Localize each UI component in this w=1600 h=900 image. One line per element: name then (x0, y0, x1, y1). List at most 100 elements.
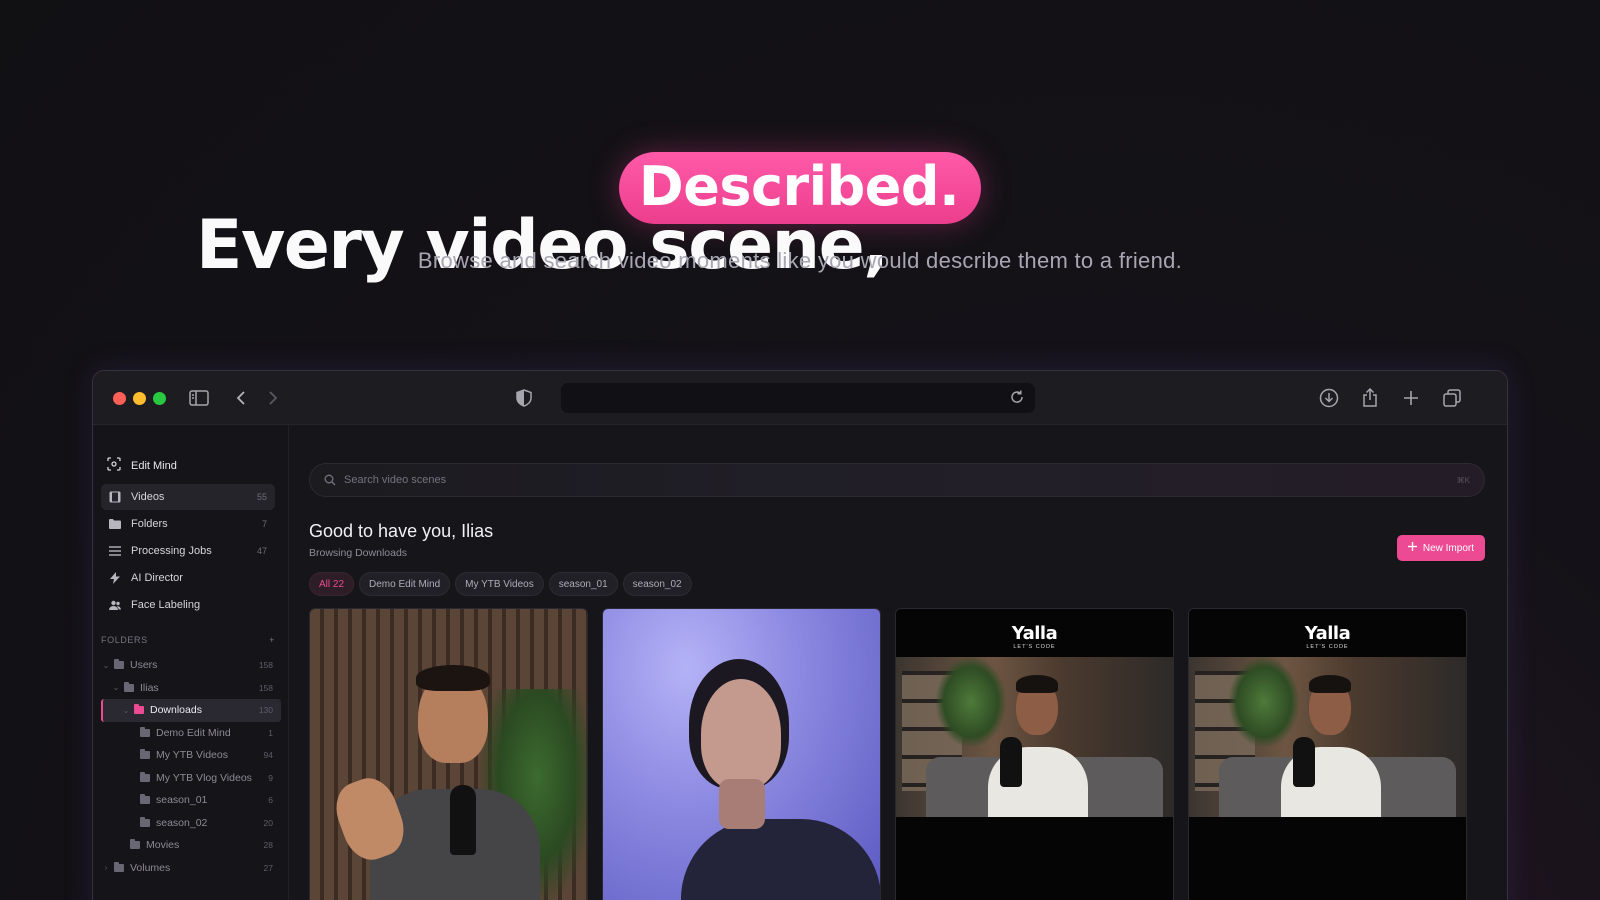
video-card[interactable]: Yalla LET'S CODE (895, 608, 1174, 900)
folder-icon (140, 816, 150, 827)
folder-tree: ⌄ Users 158 ⌄ Ilias 158 ⌄ Downloads 130 … (101, 654, 281, 879)
browsing-label: Browsing Downloads (309, 547, 408, 559)
folder-icon (140, 749, 150, 760)
filter-chip-my-ytb-videos[interactable]: My YTB Videos (455, 572, 544, 596)
download-icon[interactable] (1316, 385, 1342, 411)
video-frame (1189, 657, 1466, 817)
search-shortcut: ⌘K (1456, 475, 1470, 485)
film-icon (109, 491, 121, 503)
folder-icon (140, 771, 150, 782)
filter-chip-demo-edit-mind[interactable]: Demo Edit Mind (359, 572, 451, 596)
chevron-down-icon[interactable]: ⌄ (101, 661, 111, 670)
folder-icon (114, 861, 124, 872)
filter-chip-season-01[interactable]: season_01 (548, 572, 618, 596)
folder-count: 94 (263, 750, 273, 761)
folder-row-my-ytb-vlog-videos[interactable]: My YTB Vlog Videos 9 (101, 767, 281, 790)
folder-icon (114, 659, 124, 670)
folder-count: 28 (263, 840, 273, 851)
app-logo-icon (107, 457, 121, 474)
sidebar-item-ai-director[interactable]: AI Director (101, 565, 275, 591)
thumbnail-microphone (1000, 737, 1022, 787)
folder-row-season-02[interactable]: season_02 20 (101, 812, 281, 835)
folder-count: 158 (258, 682, 273, 693)
thumbnail-person-hair (416, 665, 490, 691)
folders-header: FOLDERS + (101, 635, 275, 645)
reload-icon[interactable] (1009, 389, 1027, 407)
new-import-button[interactable]: New Import (1396, 535, 1485, 561)
folder-count: 1 (268, 727, 273, 738)
new-tab-icon[interactable] (1398, 385, 1424, 411)
video-card[interactable] (309, 608, 588, 900)
thumbnail-person-hair (1309, 675, 1351, 693)
shield-icon[interactable] (511, 385, 537, 411)
greeting-heading: Good to have you, Ilias (309, 521, 494, 541)
address-bar[interactable] (561, 383, 1035, 413)
chevron-right-icon[interactable]: › (101, 863, 111, 872)
back-icon[interactable] (228, 385, 254, 411)
folder-row-volumes[interactable]: › Volumes 27 (101, 857, 281, 880)
folder-label: season_02 (156, 816, 208, 829)
chevron-down-icon[interactable]: ⌄ (111, 683, 121, 692)
folder-label: My YTB Vlog Videos (156, 771, 252, 784)
filter-chips: All 22 Demo Edit Mind My YTB Videos seas… (309, 572, 692, 596)
video-card[interactable]: Yalla LET'S CODE (1188, 608, 1467, 900)
folder-icon (109, 518, 121, 530)
share-icon[interactable] (1357, 385, 1383, 411)
main-content: Search video scenes ⌘K Good to have you,… (289, 425, 1507, 900)
thumbnail-plant (936, 657, 1006, 747)
folder-row-season-01[interactable]: season_01 6 (101, 789, 281, 812)
folder-row-my-ytb-videos[interactable]: My YTB Videos 94 (101, 744, 281, 767)
app-brand[interactable]: Edit Mind (107, 457, 177, 474)
folder-label: Volumes (130, 861, 171, 874)
thumbnail-person-neck (719, 779, 765, 829)
folder-row-downloads[interactable]: ⌄ Downloads 130 (101, 699, 281, 722)
hero-subtitle: Browse and search video moments like you… (417, 248, 1183, 273)
thumbnail-person-face (701, 679, 781, 789)
sidebar-toggle-icon[interactable] (186, 385, 212, 411)
search-placeholder: Search video scenes (344, 474, 447, 486)
folders-header-label: FOLDERS (101, 635, 148, 645)
plus-icon (1407, 542, 1417, 554)
thumbnail-plant (1229, 657, 1299, 747)
browser-window: Edit Mind Videos 55 Folders 7 Processing… (92, 370, 1508, 900)
sidebar-item-face-labeling[interactable]: Face Labeling (101, 592, 275, 618)
folder-icon (134, 704, 144, 715)
search-input[interactable]: Search video scenes ⌘K (309, 463, 1485, 497)
bolt-icon (109, 572, 121, 584)
folder-count: 130 (258, 705, 273, 716)
thumbnail-person-body (681, 819, 880, 900)
yalla-logo: Yalla (1304, 623, 1351, 644)
forward-icon[interactable] (260, 385, 286, 411)
tabs-overview-icon[interactable] (1439, 385, 1465, 411)
browser-toolbar (93, 371, 1507, 425)
folder-label: Downloads (150, 704, 202, 717)
filter-chip-season-02[interactable]: season_02 (622, 572, 692, 596)
folder-label: Ilias (140, 681, 159, 694)
close-window-button[interactable] (113, 392, 126, 405)
video-card[interactable] (602, 608, 881, 900)
folder-row-demo-edit-mind[interactable]: Demo Edit Mind 1 (101, 722, 281, 745)
chevron-down-icon[interactable]: ⌄ (121, 706, 131, 715)
sidebar-item-folders[interactable]: Folders 7 (101, 511, 275, 537)
sidebar-item-label: Processing Jobs (131, 545, 212, 557)
video-thumbnail: Yalla LET'S CODE (1189, 609, 1466, 900)
video-thumbnail: Yalla LET'S CODE (896, 609, 1173, 900)
sidebar-item-count: 55 (256, 492, 267, 502)
minimize-window-button[interactable] (133, 392, 146, 405)
folder-icon (130, 839, 140, 850)
folder-row-ilias[interactable]: ⌄ Ilias 158 (101, 677, 281, 700)
filter-chip-all[interactable]: All 22 (309, 572, 355, 596)
folder-row-movies[interactable]: Movies 28 (101, 834, 281, 857)
sidebar-item-processing-jobs[interactable]: Processing Jobs 47 (101, 538, 275, 564)
folder-row-users[interactable]: ⌄ Users 158 (101, 654, 281, 677)
folder-icon (140, 726, 150, 737)
add-folder-button[interactable]: + (269, 635, 275, 645)
sidebar-item-videos[interactable]: Videos 55 (101, 484, 275, 510)
video-grid: Yalla LET'S CODE Yalla LET'S CODE (309, 608, 1467, 900)
thumbnail-microphone (450, 785, 476, 855)
folder-count: 20 (263, 817, 273, 828)
new-import-label: New Import (1422, 542, 1474, 554)
folder-icon (140, 794, 150, 805)
zoom-window-button[interactable] (153, 392, 166, 405)
folder-label: Demo Edit Mind (156, 726, 231, 739)
